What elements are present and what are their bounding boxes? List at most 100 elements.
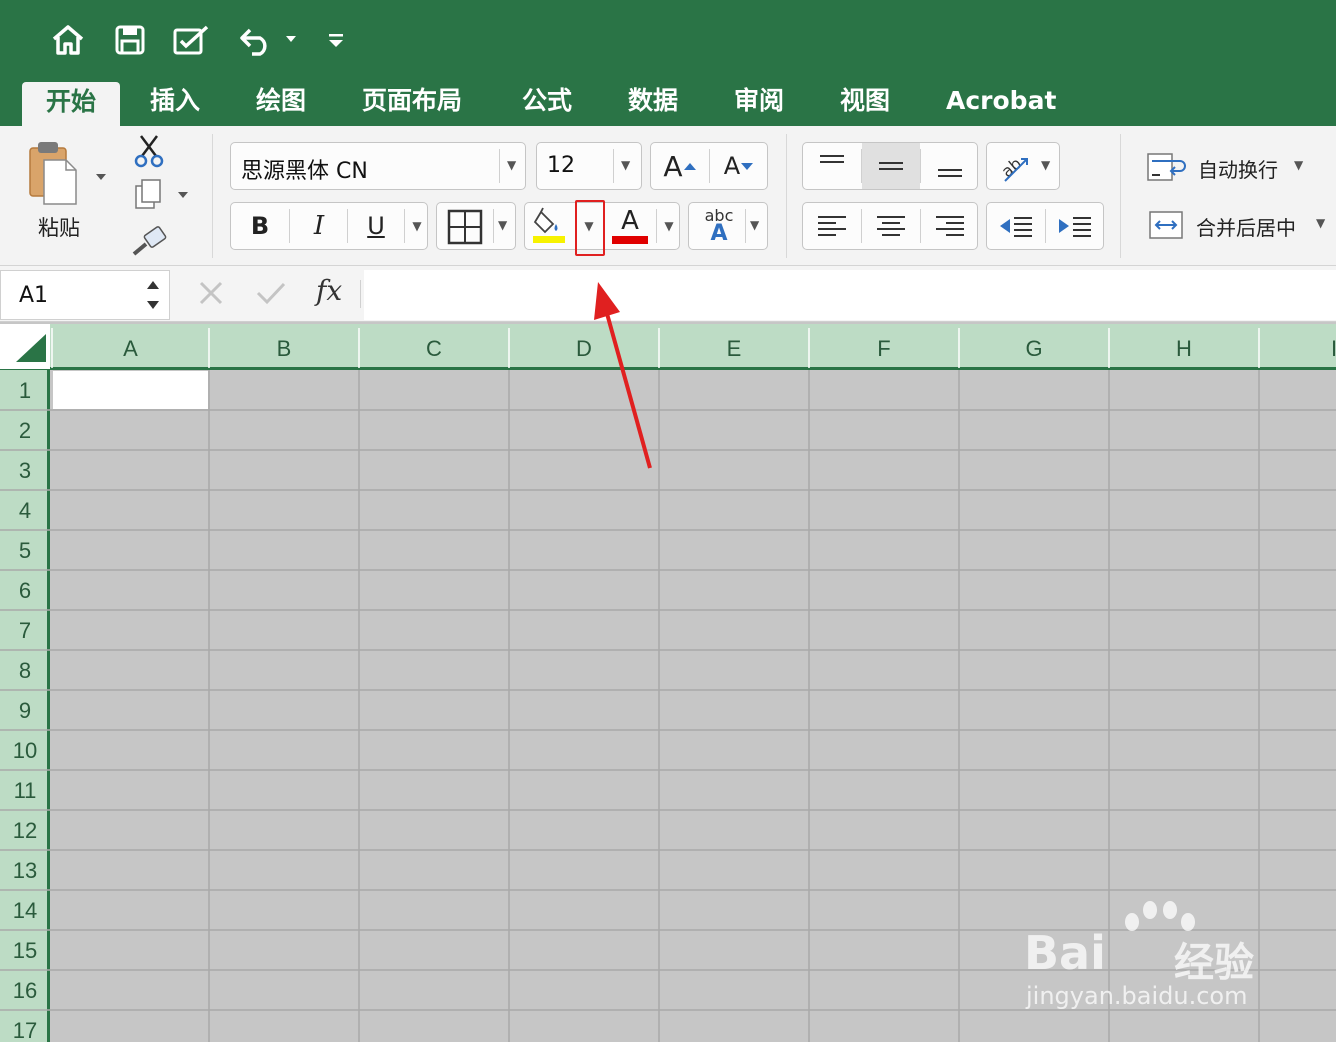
phonetic-a-glyph: A — [710, 221, 728, 246]
arrow-down-icon — [741, 163, 754, 170]
underline-button[interactable]: U — [348, 203, 404, 249]
decrease-indent-icon — [1000, 217, 1032, 237]
horizontal-align-group — [802, 202, 978, 250]
align-bottom-button[interactable] — [921, 143, 979, 189]
row-header-5[interactable]: 5 — [19, 538, 31, 563]
column-header-B[interactable]: B — [277, 336, 292, 361]
chevron-down-icon: ▼ — [621, 158, 631, 172]
align-top-button[interactable] — [803, 143, 861, 189]
annotation-arrow — [594, 282, 652, 469]
grow-font-glyph: A — [663, 149, 683, 183]
decrease-indent-button[interactable] — [987, 203, 1045, 249]
align-right-button[interactable] — [921, 203, 979, 249]
tab-acrobat[interactable]: Acrobat — [946, 84, 1056, 118]
tab-view[interactable]: 视图 — [840, 84, 890, 118]
borders-icon — [447, 209, 483, 245]
merge-center-button[interactable]: 合并后居中 ▼ — [1146, 206, 1336, 246]
underline-dropdown[interactable]: ▼ — [405, 203, 429, 249]
insert-function-button[interactable]: fx — [316, 274, 342, 307]
home-icon[interactable] — [48, 22, 88, 58]
align-middle-button[interactable] — [862, 143, 920, 189]
row-header-11[interactable]: 11 — [14, 778, 37, 803]
italic-glyph: I — [313, 211, 325, 241]
column-header-G[interactable]: G — [1025, 336, 1042, 361]
customize-icon[interactable] — [322, 22, 350, 58]
align-left-button[interactable] — [803, 203, 861, 249]
tab-review[interactable]: 审阅 — [734, 84, 784, 118]
borders-button[interactable]: ▼ — [436, 202, 516, 250]
name-box-value: A1 — [19, 283, 49, 308]
clipboard-icon — [29, 142, 106, 205]
row-header-15[interactable]: 15 — [13, 938, 37, 963]
row-header-2[interactable]: 2 — [19, 418, 31, 443]
chevron-down-icon: ▼ — [750, 218, 760, 232]
active-cell-a1[interactable] — [53, 371, 208, 409]
paint-bucket-icon — [533, 207, 565, 243]
watermark-logo-text: Bai — [1024, 926, 1106, 980]
copy-button[interactable] — [132, 178, 194, 212]
format-painter-icon[interactable] — [130, 224, 168, 258]
row-header-13[interactable]: 13 — [13, 858, 37, 883]
row-header-9[interactable]: 9 — [19, 698, 31, 723]
column-header-E[interactable]: E — [727, 336, 742, 361]
bold-button[interactable]: B — [231, 203, 289, 249]
tab-draw[interactable]: 绘图 — [256, 84, 306, 118]
font-color-button[interactable]: A — [604, 203, 656, 249]
font-size-select[interactable]: 12 ▼ — [536, 142, 642, 190]
row-header-17[interactable]: 17 — [13, 1018, 37, 1042]
indent-group — [986, 202, 1104, 250]
edit-icon[interactable] — [170, 22, 214, 58]
undo-icon[interactable] — [236, 22, 300, 58]
row-header-8[interactable]: 8 — [19, 658, 31, 683]
tab-data[interactable]: 数据 — [628, 84, 678, 118]
enter-icon[interactable] — [254, 278, 288, 308]
align-center-button[interactable] — [862, 203, 920, 249]
shrink-font-glyph: A — [723, 152, 741, 180]
row-header-12[interactable]: 12 — [13, 818, 37, 843]
decrease-font-size-button[interactable]: A — [710, 143, 768, 189]
tab-insert[interactable]: 插入 — [150, 84, 200, 118]
svg-text:ab: ab — [998, 154, 1026, 181]
align-top-icon — [820, 155, 844, 163]
phonetic-guide-button[interactable]: abc A ▼ — [688, 202, 768, 250]
column-header-I[interactable]: I — [1331, 336, 1336, 361]
increase-font-size-button[interactable]: A — [651, 143, 709, 189]
tab-formulas[interactable]: 公式 — [522, 84, 572, 118]
save-icon[interactable] — [110, 22, 150, 58]
row-header-3[interactable]: 3 — [19, 458, 31, 483]
stepper-icon[interactable] — [145, 275, 161, 315]
merge-center-icon — [1149, 211, 1183, 239]
name-box[interactable]: A1 — [0, 270, 170, 320]
tab-page-layout[interactable]: 页面布局 — [362, 84, 462, 118]
row-header-1[interactable]: 1 — [19, 378, 31, 403]
vertical-align-group — [802, 142, 978, 190]
wrap-text-label: 自动换行 — [1198, 158, 1278, 182]
formula-input[interactable] — [364, 270, 1336, 320]
bold-glyph: B — [250, 212, 270, 240]
column-header-F[interactable]: F — [877, 336, 890, 361]
font-name-select[interactable]: 思源黑体 CN ▼ — [230, 142, 526, 190]
cancel-icon[interactable] — [196, 278, 226, 308]
column-header-C[interactable]: C — [426, 336, 442, 361]
row-header-14[interactable]: 14 — [13, 898, 37, 923]
merge-center-label: 合并后居中 — [1196, 216, 1296, 240]
increase-indent-button[interactable] — [1046, 203, 1104, 249]
column-header-A[interactable]: A — [123, 336, 138, 361]
tab-home[interactable]: 开始 — [22, 82, 121, 128]
row-header-6[interactable]: 6 — [19, 578, 31, 603]
row-header-7[interactable]: 7 — [19, 618, 31, 643]
italic-button[interactable]: I — [290, 203, 348, 249]
cut-icon[interactable] — [132, 134, 166, 168]
fill-color-button[interactable] — [525, 203, 573, 249]
row-header-10[interactable]: 10 — [13, 738, 37, 763]
row-header-4[interactable]: 4 — [19, 498, 31, 523]
ribbon: 粘贴 思源黑体 CN ▼ 12 ▼ A A B I U ▼ ▼ ▼ A ▼ ab… — [0, 126, 1336, 266]
paste-button[interactable] — [22, 134, 114, 210]
chevron-down-icon: ▼ — [1316, 216, 1326, 230]
orientation-button[interactable]: ab ▼ — [986, 142, 1060, 190]
row-header-16[interactable]: 16 — [13, 978, 37, 1003]
wrap-text-button[interactable]: 自动换行 ▼ — [1146, 148, 1336, 188]
column-header-H[interactable]: H — [1176, 336, 1192, 361]
font-color-dropdown[interactable]: ▼ — [657, 203, 681, 249]
chevron-down-icon: ▼ — [1294, 158, 1304, 172]
